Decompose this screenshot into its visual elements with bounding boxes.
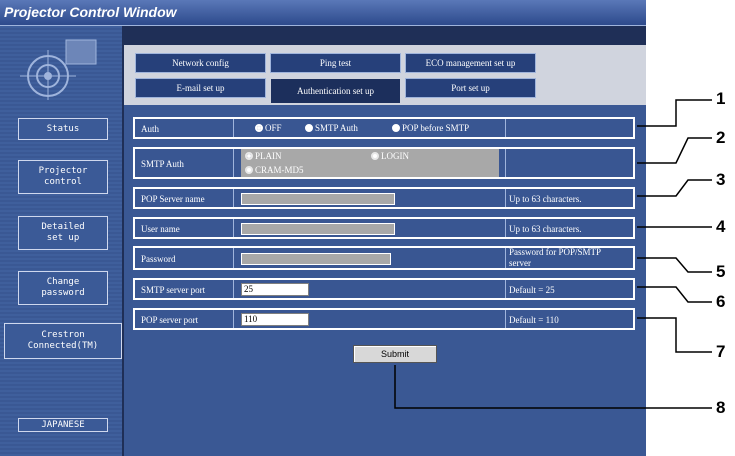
callout-5: 5	[716, 262, 726, 281]
callout-leader-lines	[394, 99, 712, 409]
callout-3: 3	[716, 170, 726, 189]
leader-line-1	[637, 99, 712, 127]
callout-2: 2	[716, 128, 726, 147]
leader-line-6	[637, 286, 712, 303]
callout-8: 8	[716, 398, 726, 417]
callout-6: 6	[716, 292, 726, 311]
callout-7: 7	[716, 342, 726, 361]
callout-4: 4	[716, 217, 726, 236]
callout-1: 1	[716, 89, 726, 108]
leader-line-2	[637, 137, 712, 164]
leader-line-7	[637, 317, 712, 353]
leader-line-3	[637, 179, 712, 197]
leader-line-5	[637, 257, 712, 273]
leader-line-8	[394, 365, 712, 409]
